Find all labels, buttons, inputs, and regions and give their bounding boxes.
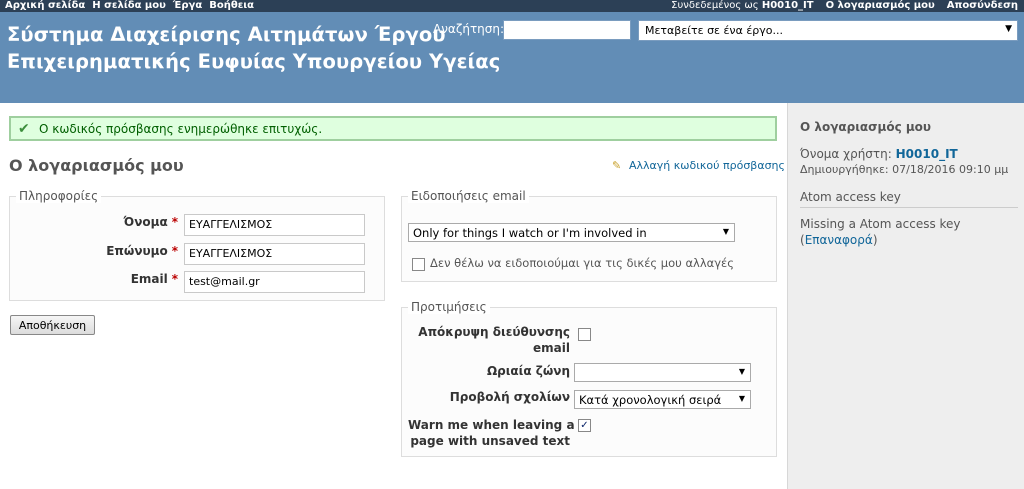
email-notifications-legend: Ειδοποιήσεις email (408, 189, 529, 203)
checkmark-icon: ✓ (580, 420, 589, 431)
preferences-legend: Προτιμήσεις (408, 300, 490, 314)
site-title-line-2: Επιχειρηματικής Ευφυίας Υπουργείου Υγεία… (7, 50, 501, 73)
email-required-mark: * (171, 272, 178, 286)
email-notifications-box: Ειδοποιήσεις email Only for things I wat… (401, 189, 777, 282)
change-password-label: Αλλαγή κωδικού πρόσβασης (629, 159, 785, 172)
warn-leaving-checkbox[interactable]: ✓ (578, 419, 591, 432)
top-menu-left: Αρχική σελίδα Η σελίδα μου Έργα Βοήθεια (5, 0, 261, 11)
top-menu-my-account[interactable]: Ο λογαριασμός μου (826, 0, 935, 11)
site-title: Σύστημα Διαχείρισης Αιτημάτων Έργου Επιχ… (7, 21, 500, 75)
firstname-field[interactable]: ΕΥΑΓΓΕΛΙΣΜΟΣ (184, 214, 365, 236)
logged-as-label: Συνδεδεμένος ως (671, 0, 759, 11)
warn-leaving-label-line-2: page with unsaved text (410, 434, 570, 448)
top-menu-projects[interactable]: Έργα (173, 0, 202, 11)
hide-mail-checkbox[interactable] (578, 328, 591, 341)
lastname-value: ΕΥΑΓΓΕΛΙΣΜΟΣ (189, 247, 273, 260)
sidebar-login-label: Όνομα χρήστη: (800, 147, 892, 161)
top-menu-help[interactable]: Βοήθεια (209, 0, 254, 11)
chevron-down-icon: ▼ (738, 367, 745, 376)
atom-reset-link[interactable]: Επαναφορά (805, 233, 873, 247)
email-label: Email * (60, 272, 178, 286)
timezone-select[interactable]: ▼ (574, 363, 751, 382)
chevron-down-icon: ▼ (1005, 24, 1012, 34)
email-value: test@mail.gr (189, 275, 260, 288)
sidebar: Ο λογαριασμός μου Όνομα χρήστη: H0010_IT… (787, 103, 1024, 489)
project-jump-select[interactable]: Μεταβείτε σε ένα έργο... ▼ (638, 20, 1018, 41)
page-title: Ο λογαριασμός μου (9, 156, 184, 175)
hide-mail-label-line-2: email (533, 341, 570, 355)
top-menu-logout[interactable]: Αποσύνδεση (947, 0, 1018, 11)
atom-divider (800, 207, 1018, 208)
preferences-box: Προτιμήσεις Απόκρυψη διεύθυνσης email Ωρι… (401, 300, 777, 457)
top-menu-my-page[interactable]: Η σελίδα μου (92, 0, 166, 11)
lastname-required-mark: * (171, 244, 178, 258)
sidebar-login-link[interactable]: H0010_IT (896, 147, 958, 161)
logged-user[interactable]: H0010_IT (762, 0, 814, 11)
chevron-down-icon: ▼ (722, 227, 729, 236)
comments-order-value: Κατά χρονολογική σειρά (579, 393, 722, 407)
top-menu-right: Συνδεδεμένος ως H0010_IT Ο λογαριασμός μο… (671, 0, 1018, 11)
email-label-text: Email (130, 272, 168, 286)
atom-reset-line: (Επαναφορά) (800, 233, 878, 247)
email-field[interactable]: test@mail.gr (184, 271, 365, 293)
no-self-notified-checkbox[interactable] (412, 258, 425, 271)
lastname-label: Επώνυμο * (60, 244, 178, 258)
pencil-icon: ✎ (612, 159, 622, 172)
logged-as: Συνδεδεμένος ως H0010_IT (671, 0, 813, 11)
sidebar-created-label: Δημιουργήθηκε: (800, 163, 889, 176)
chevron-down-icon: ▼ (738, 394, 745, 403)
comments-order-label: Προβολή σχολίων (449, 390, 570, 404)
timezone-label: Ωριαία ζώνη (486, 364, 570, 378)
search-input[interactable] (503, 20, 631, 40)
firstname-required-mark: * (171, 215, 178, 229)
atom-missing-text: Missing a Atom access key (800, 217, 961, 231)
lastname-label-text: Επώνυμο (106, 244, 168, 258)
hide-mail-label-line-1: Απόκρυψη διεύθυνσης (418, 325, 570, 339)
lastname-field[interactable]: ΕΥΑΓΓΕΛΙΣΜΟΣ (184, 243, 365, 265)
check-icon: ✔ (18, 121, 30, 137)
mail-notification-value: Only for things I watch or I'm involved … (413, 226, 647, 240)
header: Σύστημα Διαχείρισης Αιτημάτων Έργου Επιχ… (0, 12, 1024, 103)
information-box: Πληροφορίες Όνομα * ΕΥΑΓΓΕΛΙΣΜΟΣ Επώνυμο *… (9, 189, 385, 301)
warn-leaving-label-line-1: Warn me when leaving a (408, 418, 575, 432)
no-self-notified-label: Δεν θέλω να ειδοποιούμαι για τις δικές μ… (430, 256, 735, 270)
search-label: Αναζήτηση: (433, 22, 505, 36)
mail-notification-select[interactable]: Only for things I watch or I'm involved … (408, 223, 735, 242)
save-button[interactable]: Αποθήκευση (10, 315, 95, 335)
site-title-line-1: Σύστημα Διαχείρισης Αιτημάτων Έργου (7, 23, 446, 46)
warn-leaving-label: Warn me when leaving a page with unsaved … (408, 417, 575, 449)
sidebar-login: Όνομα χρήστη: H0010_IT (800, 147, 958, 161)
project-jump-value: Μεταβείτε σε ένα έργο... (645, 24, 783, 37)
firstname-label-text: Όνομα (123, 215, 168, 229)
sidebar-created-value: 07/18/2016 09:10 μμ (892, 163, 1009, 176)
sidebar-title: Ο λογαριασμός μου (800, 120, 932, 134)
flash-notice: ✔ Ο κωδικός πρόσβασης ενημερώθηκε επιτυχ… (9, 116, 777, 141)
top-menu-home[interactable]: Αρχική σελίδα (5, 0, 85, 11)
information-legend: Πληροφορίες (16, 189, 102, 203)
sidebar-created: Δημιουργήθηκε: 07/18/2016 09:10 μμ (800, 163, 1008, 176)
atom-key-title: Atom access key (800, 190, 901, 204)
top-menu: Αρχική σελίδα Η σελίδα μου Έργα Βοήθεια Συν… (0, 0, 1024, 12)
change-password-link[interactable]: ✎ Αλλαγή κωδικού πρόσβασης (612, 159, 785, 172)
hide-mail-label: Απόκρυψη διεύθυνσης email (408, 324, 570, 356)
comments-order-select[interactable]: Κατά χρονολογική σειρά ▼ (574, 390, 751, 409)
flash-message: Ο κωδικός πρόσβασης ενημερώθηκε επιτυχώς… (39, 122, 323, 136)
firstname-value: ΕΥΑΓΓΕΛΙΣΜΟΣ (189, 218, 273, 231)
firstname-label: Όνομα * (60, 215, 178, 229)
